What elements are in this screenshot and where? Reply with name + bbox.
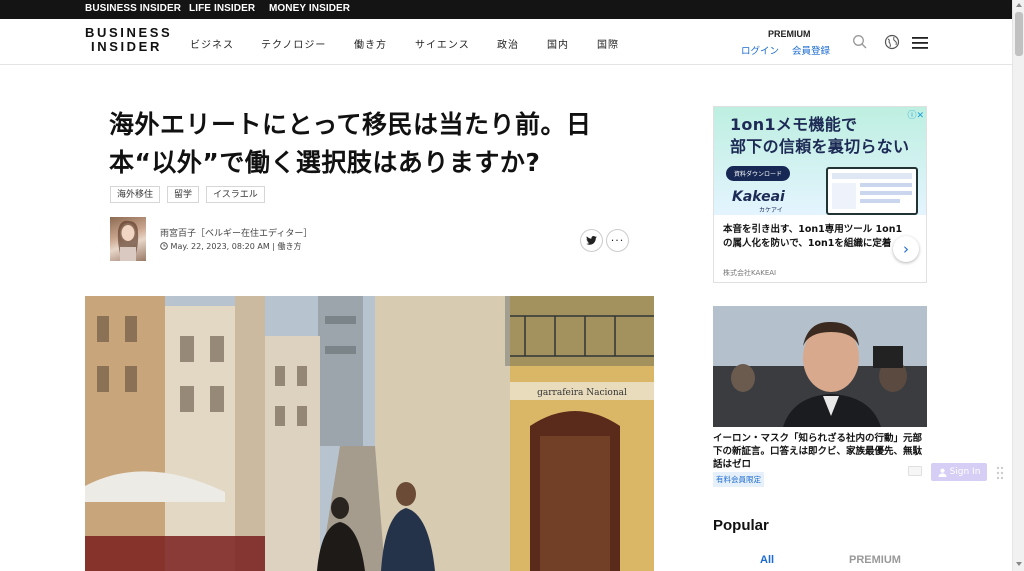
nav-item-technology[interactable]: テクノロジー [261, 36, 326, 51]
search-icon[interactable] [852, 34, 868, 50]
drag-handle-icon[interactable] [996, 465, 1004, 480]
ad-brand-logo: Kakeai [732, 189, 785, 205]
login-link[interactable]: ログイン [741, 43, 779, 57]
sign-in-button[interactable]: Sign In [931, 463, 987, 481]
article-date: May. 22, 2023, 08:20 AM [170, 242, 270, 251]
author-avatar[interactable] [110, 217, 146, 261]
tab-all[interactable]: All [760, 554, 774, 566]
site-header: BUSINESS INSIDER ビジネス テクノロジー 働き方 サイエンス 政… [0, 19, 1012, 65]
ad-company: 株式会社KAKEAI [723, 269, 777, 277]
globe-icon[interactable] [884, 34, 900, 50]
ad-headline-line-2: 部下の信頼を裏切らない [730, 137, 910, 156]
nav-item-science[interactable]: サイエンス [415, 36, 470, 51]
article-meta: May. 22, 2023, 08:20 AM | 働き方 [160, 241, 302, 252]
sign-in-label: Sign In [949, 467, 981, 477]
site-logo[interactable]: BUSINESS INSIDER [85, 26, 172, 54]
nav-item-work[interactable]: 働き方 [354, 36, 387, 51]
scroll-down-icon[interactable] [1016, 562, 1022, 566]
ad-headline: 1on1メモ機能で 部下の信頼を裏切らない [730, 114, 909, 158]
scrollbar-thumb[interactable] [1015, 12, 1023, 56]
top-bar: BUSINESS INSIDER LIFE INSIDER MONEY INSI… [0, 0, 1012, 19]
clock-icon [160, 242, 171, 251]
more-dots-icon: ··· [610, 233, 625, 247]
tag-study-abroad[interactable]: 留学 [167, 186, 200, 203]
scroll-up-icon[interactable] [1016, 3, 1022, 7]
article-title: 海外エリートにとって移民は当たり前。日本“以外”で働く選択肢はありますか? [109, 110, 592, 177]
promo-article-image[interactable] [713, 306, 927, 427]
hamburger-menu-icon[interactable] [912, 35, 928, 51]
nav-item-business[interactable]: ビジネス [190, 36, 234, 51]
ad-description: 本音を引き出す、1on1専用ツール 1on1の属人化を防いで、1on1を組織に定… [723, 224, 903, 249]
user-icon [938, 468, 947, 477]
members-only-badge: 有料会員限定 [713, 472, 764, 487]
topbar-business-insider-link[interactable]: BUSINESS INSIDER [85, 3, 181, 14]
tag-overseas-migration[interactable]: 海外移住 [110, 186, 161, 203]
ad-close-icon[interactable]: ⓘ✕ [907, 108, 924, 121]
author-name[interactable]: 雨宮百子［ベルギー在住エディター］ [160, 226, 312, 239]
topbar-life-insider-link[interactable]: LIFE INSIDER [189, 3, 255, 14]
logo-line-1: BUSINESS [85, 25, 173, 40]
nav-item-domestic[interactable]: 国内 [547, 36, 569, 51]
register-link[interactable]: 会員登録 [792, 43, 830, 57]
ad-download-button[interactable]: 資料ダウンロード [726, 166, 791, 181]
twitter-icon [586, 236, 597, 245]
shop-sign: garrafeira Nacional [537, 388, 627, 398]
tab-premium[interactable]: PREMIUM [849, 554, 901, 566]
more-options-button[interactable]: ··· [606, 229, 629, 252]
premium-link[interactable]: PREMIUM [768, 29, 811, 39]
ad-device-image [826, 167, 918, 215]
logo-line-2: INSIDER [91, 39, 162, 54]
page-scrollbar[interactable] [1012, 0, 1024, 571]
tag-list: 海外移住 留学 イスラエル [110, 186, 265, 203]
promo-article-title[interactable]: イーロン・マスク「知られざる社内の行動」元部下の新証言。口答えは即クビ、家族最優… [713, 432, 927, 471]
chevron-right-icon[interactable]: › [893, 236, 919, 262]
ad-banner: 1on1メモ機能で 部下の信頼を裏切らない 資料ダウンロード Kakeai カケ… [714, 107, 926, 215]
nav-item-international[interactable]: 国際 [597, 36, 619, 51]
tag-israel[interactable]: イスラエル [206, 186, 265, 203]
article-category[interactable]: 働き方 [278, 242, 302, 251]
hero-image: garrafeira Nacional [85, 296, 654, 571]
nav-item-politics[interactable]: 政治 [497, 36, 519, 51]
advertisement[interactable]: 1on1メモ機能で 部下の信頼を裏切らない 資料ダウンロード Kakeai カケ… [713, 106, 927, 283]
ad-headline-line-1: 1on1メモ機能で [730, 115, 858, 134]
twitter-share-button[interactable] [580, 229, 603, 252]
image-icon [908, 466, 922, 476]
popular-heading: Popular [713, 517, 769, 534]
ad-brand-sub: カケアイ [759, 207, 783, 214]
topbar-money-insider-link[interactable]: MONEY INSIDER [269, 3, 350, 14]
